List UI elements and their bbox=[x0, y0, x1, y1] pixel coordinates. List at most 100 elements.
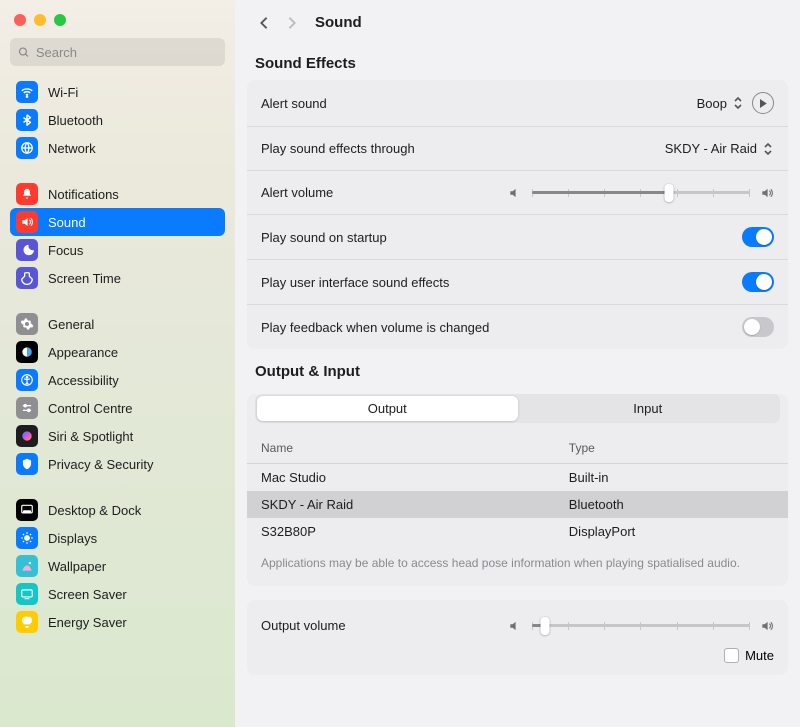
search-icon bbox=[18, 46, 30, 59]
appearance-icon bbox=[16, 341, 38, 363]
back-button[interactable] bbox=[259, 16, 269, 30]
sidebar-item-label: Energy Saver bbox=[48, 615, 127, 630]
volume-high-icon bbox=[760, 186, 774, 200]
sidebar-item-label: Notifications bbox=[48, 187, 119, 202]
sidebar-item-label: Displays bbox=[48, 531, 97, 546]
play-startup-label: Play sound on startup bbox=[261, 230, 387, 245]
sidebar-item-label: Desktop & Dock bbox=[48, 503, 141, 518]
ui-effects-toggle[interactable] bbox=[742, 272, 774, 292]
sidebar-item-privacy[interactable]: Privacy & Security bbox=[10, 450, 225, 478]
header: Sound bbox=[235, 0, 800, 41]
tab-output[interactable]: Output bbox=[257, 396, 518, 421]
sidebar-item-desktopdock[interactable]: Desktop & Dock bbox=[10, 496, 225, 524]
output-input-segmented[interactable]: Output Input bbox=[255, 394, 780, 423]
alert-sound-label: Alert sound bbox=[261, 96, 327, 111]
sidebar-item-wifi[interactable]: Wi-Fi bbox=[10, 78, 225, 106]
output-volume-card: Output volume Mute bbox=[247, 600, 788, 675]
spatial-audio-note: Applications may be able to access head … bbox=[247, 545, 788, 586]
alert-sound-popup[interactable]: Boop bbox=[697, 95, 744, 111]
chevron-updown-icon bbox=[732, 95, 744, 111]
sidebar-item-wallpaper[interactable]: Wallpaper bbox=[10, 552, 225, 580]
screensaver-icon bbox=[16, 583, 38, 605]
col-type-header: Type bbox=[569, 441, 774, 455]
device-row[interactable]: SKDY - Air Raid Bluetooth bbox=[247, 491, 788, 518]
sidebar-item-label: Focus bbox=[48, 243, 83, 258]
sound-effects-heading: Sound Effects bbox=[255, 55, 780, 72]
gear-icon bbox=[16, 313, 38, 335]
energy-icon bbox=[16, 611, 38, 633]
sidebar-item-label: Siri & Spotlight bbox=[48, 429, 133, 444]
device-type: Built-in bbox=[569, 470, 774, 485]
page-title: Sound bbox=[315, 14, 362, 31]
mute-label: Mute bbox=[745, 648, 774, 663]
sidebar-item-displays[interactable]: Displays bbox=[10, 524, 225, 552]
sidebar-item-screentime[interactable]: Screen Time bbox=[10, 264, 225, 292]
sidebar-item-label: Screen Time bbox=[48, 271, 121, 286]
sidebar-item-bluetooth[interactable]: Bluetooth bbox=[10, 106, 225, 134]
play-icon bbox=[759, 99, 767, 108]
device-type: Bluetooth bbox=[569, 497, 774, 512]
sidebar-item-label: Bluetooth bbox=[48, 113, 103, 128]
sidebar-item-label: Wallpaper bbox=[48, 559, 106, 574]
feedback-toggle[interactable] bbox=[742, 317, 774, 337]
sound-icon bbox=[16, 211, 38, 233]
sidebar-item-energysaver[interactable]: Energy Saver bbox=[10, 608, 225, 636]
device-name: Mac Studio bbox=[261, 470, 569, 485]
wallpaper-icon bbox=[16, 555, 38, 577]
output-volume-label: Output volume bbox=[261, 618, 346, 633]
bell-icon bbox=[16, 183, 38, 205]
wifi-icon bbox=[16, 81, 38, 103]
play-startup-toggle[interactable] bbox=[742, 227, 774, 247]
mute-checkbox[interactable] bbox=[724, 648, 739, 663]
focus-icon bbox=[16, 239, 38, 261]
device-row[interactable]: Mac Studio Built-in bbox=[247, 464, 788, 491]
play-through-value: SKDY - Air Raid bbox=[665, 141, 757, 156]
sidebar-item-network[interactable]: Network bbox=[10, 134, 225, 162]
sidebar-list[interactable]: Wi-Fi Bluetooth Network Notifications So… bbox=[0, 78, 235, 727]
col-name-header: Name bbox=[261, 441, 569, 455]
device-table-header: Name Type bbox=[247, 433, 788, 464]
sidebar: Wi-Fi Bluetooth Network Notifications So… bbox=[0, 0, 235, 727]
sidebar-item-screensaver[interactable]: Screen Saver bbox=[10, 580, 225, 608]
search-input[interactable] bbox=[36, 45, 217, 60]
alert-volume-slider[interactable] bbox=[508, 186, 774, 200]
sidebar-item-appearance[interactable]: Appearance bbox=[10, 338, 225, 366]
sidebar-item-label: Sound bbox=[48, 215, 86, 230]
sidebar-item-sound[interactable]: Sound bbox=[10, 208, 225, 236]
feedback-label: Play feedback when volume is changed bbox=[261, 320, 489, 335]
volume-low-icon bbox=[508, 619, 522, 633]
bluetooth-icon bbox=[16, 109, 38, 131]
output-input-heading: Output & Input bbox=[255, 363, 780, 380]
sidebar-item-label: Control Centre bbox=[48, 401, 133, 416]
output-volume-slider[interactable] bbox=[508, 619, 774, 633]
zoom-window-button[interactable] bbox=[54, 14, 66, 26]
device-name: SKDY - Air Raid bbox=[261, 497, 569, 512]
sidebar-item-accessibility[interactable]: Accessibility bbox=[10, 366, 225, 394]
sidebar-item-siri[interactable]: Siri & Spotlight bbox=[10, 422, 225, 450]
sidebar-item-general[interactable]: General bbox=[10, 310, 225, 338]
minimize-window-button[interactable] bbox=[34, 14, 46, 26]
sidebar-item-label: General bbox=[48, 317, 94, 332]
sidebar-item-label: Network bbox=[48, 141, 96, 156]
volume-high-icon bbox=[760, 619, 774, 633]
displays-icon bbox=[16, 527, 38, 549]
play-through-popup[interactable]: SKDY - Air Raid bbox=[665, 141, 774, 157]
sidebar-item-label: Privacy & Security bbox=[48, 457, 153, 472]
sidebar-item-focus[interactable]: Focus bbox=[10, 236, 225, 264]
play-alert-button[interactable] bbox=[752, 92, 774, 114]
main-panel: Sound Sound Effects Alert sound Boop bbox=[235, 0, 800, 727]
sidebar-item-label: Accessibility bbox=[48, 373, 119, 388]
device-type: DisplayPort bbox=[569, 524, 774, 539]
tab-input[interactable]: Input bbox=[518, 396, 779, 421]
close-window-button[interactable] bbox=[14, 14, 26, 26]
sidebar-item-controlcentre[interactable]: Control Centre bbox=[10, 394, 225, 422]
window-controls bbox=[0, 0, 235, 32]
sidebar-item-notifications[interactable]: Notifications bbox=[10, 180, 225, 208]
forward-button[interactable] bbox=[287, 16, 297, 30]
device-row[interactable]: S32B80P DisplayPort bbox=[247, 518, 788, 545]
dock-icon bbox=[16, 499, 38, 521]
search-field[interactable] bbox=[10, 38, 225, 66]
screentime-icon bbox=[16, 267, 38, 289]
privacy-icon bbox=[16, 453, 38, 475]
play-through-label: Play sound effects through bbox=[261, 141, 415, 156]
